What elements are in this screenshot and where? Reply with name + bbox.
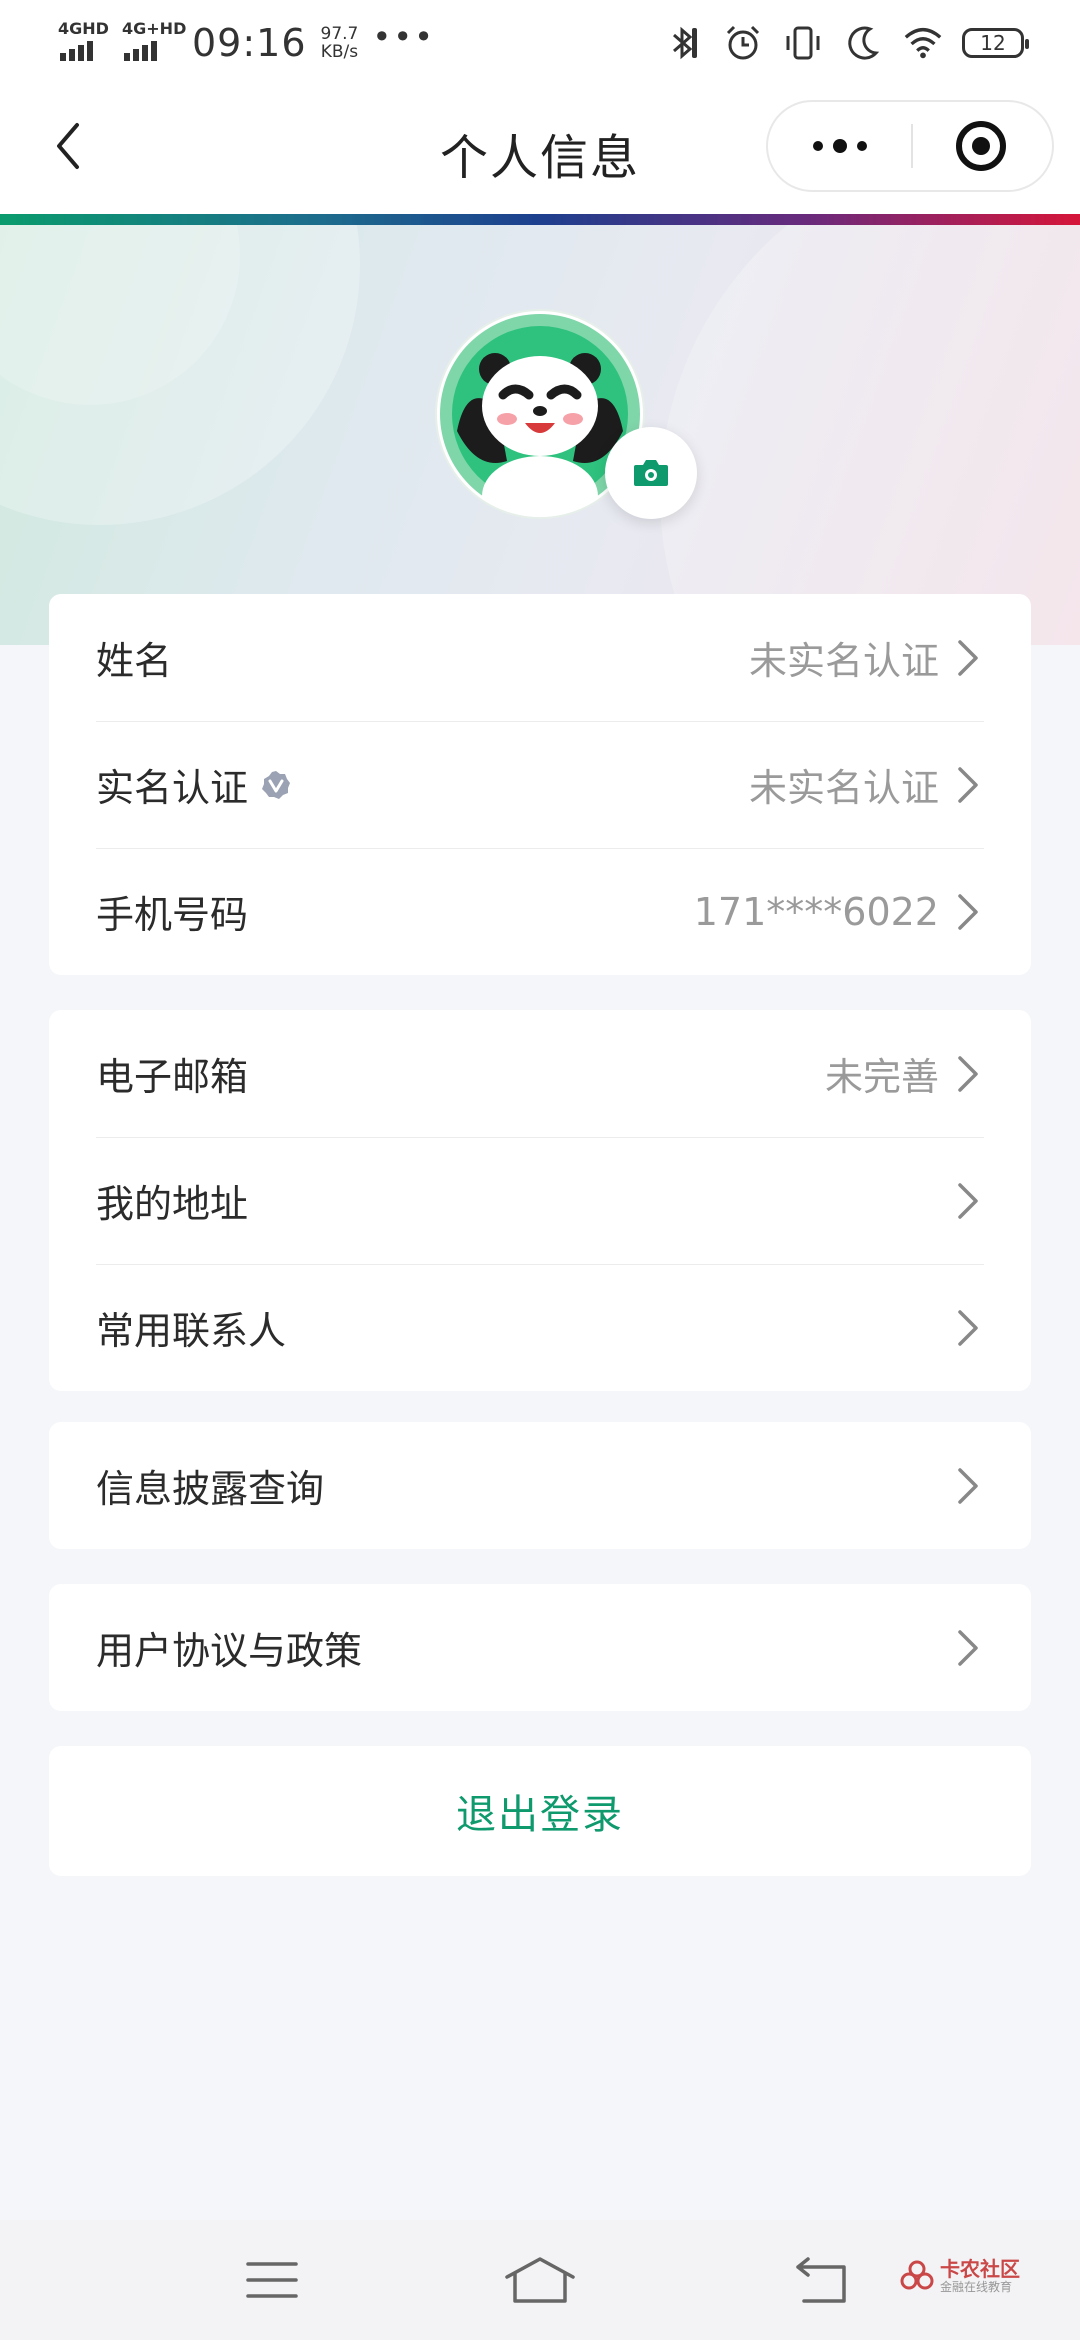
more-button[interactable]	[768, 102, 911, 190]
watermark-logo-icon	[900, 2260, 934, 2290]
list-item-email[interactable]: 电子邮箱 未完善	[49, 1010, 1031, 1137]
watermark-brand: 卡农社区	[940, 2257, 1020, 2281]
row-value: 171****6022	[693, 889, 939, 934]
camera-icon	[634, 460, 668, 486]
home-button[interactable]	[500, 2250, 580, 2310]
row-label: 我的地址	[96, 1182, 249, 1226]
row-value: 未实名认证	[748, 639, 939, 683]
status-right: 12	[662, 22, 1029, 64]
status-time: 09:16	[192, 21, 307, 65]
policy-card: 用户协议与政策	[49, 1584, 1031, 1711]
row-label: 常用联系人	[96, 1309, 287, 1353]
row-label: 信息披露查询	[96, 1467, 325, 1511]
signal-label: 4GHD	[58, 19, 109, 38]
brand-stripe	[0, 214, 1080, 225]
verified-badge-icon	[260, 769, 292, 801]
network-speed: 97.7 KB/s	[321, 25, 359, 61]
home-icon	[505, 2257, 575, 2303]
system-back-button[interactable]	[784, 2250, 864, 2310]
list-item-address[interactable]: 我的地址	[49, 1137, 1031, 1264]
chevron-right-icon	[958, 1310, 978, 1346]
list-item-real-name-verification[interactable]: 实名认证 未实名认证	[49, 721, 1031, 848]
back-icon	[796, 2257, 846, 2303]
signal-label: 4G+HD	[122, 19, 187, 38]
row-label: 手机号码	[96, 893, 249, 937]
chevron-right-icon	[958, 767, 978, 803]
wifi-icon	[902, 22, 944, 64]
row-label: 用户协议与政策	[96, 1629, 363, 1673]
status-left: 4GHD 4G+HD 09:16 97.7 KB/s •••	[58, 18, 435, 68]
more-dots-icon	[812, 139, 867, 153]
miniprogram-capsule	[766, 100, 1054, 192]
chevron-right-icon	[958, 1630, 978, 1666]
logout-button[interactable]: 退出登录	[49, 1746, 1031, 1876]
close-miniprogram-button[interactable]	[909, 102, 1052, 190]
target-icon	[955, 121, 1006, 171]
chevron-right-icon	[958, 894, 978, 930]
list-item-disclosure[interactable]: 信息披露查询	[49, 1422, 1031, 1549]
chevron-right-icon	[958, 1056, 978, 1092]
list-item-user-agreement[interactable]: 用户协议与政策	[49, 1584, 1031, 1711]
signal-icon: 4GHD	[58, 19, 109, 65]
network-speed-value: 97.7	[320, 24, 359, 44]
battery-icon: 12	[962, 28, 1029, 58]
moon-icon	[842, 22, 884, 64]
account-info-card: 姓名 未实名认证 实名认证 未实名认证 手机号码 171****6022	[49, 594, 1031, 975]
bluetooth-icon	[662, 22, 704, 64]
signal-icon: 4G+HD	[122, 21, 186, 65]
status-more: •••	[372, 18, 435, 56]
menu-button[interactable]	[232, 2250, 312, 2310]
avatar-container	[437, 311, 697, 519]
nav-bar: 个人信息	[0, 86, 1080, 214]
row-value: 未完善	[824, 1055, 939, 1099]
battery-level: 12	[980, 31, 1006, 55]
chevron-right-icon	[958, 640, 978, 676]
row-value: 未实名认证	[748, 766, 939, 810]
vibrate-icon	[782, 22, 824, 64]
list-item-phone[interactable]: 手机号码 171****6022	[49, 848, 1031, 975]
row-label: 电子邮箱	[96, 1055, 249, 1099]
network-speed-unit: KB/s	[320, 42, 359, 62]
row-label-wrap: 实名认证	[96, 757, 292, 812]
row-label: 姓名	[96, 639, 173, 683]
watermark-sub: 金融在线教育	[940, 2280, 1013, 2294]
menu-icon	[246, 2262, 298, 2298]
watermark: 卡农社区 金融在线教育	[900, 2258, 1020, 2294]
list-item-contacts[interactable]: 常用联系人	[49, 1264, 1031, 1391]
contact-info-card: 电子邮箱 未完善 我的地址 常用联系人	[49, 1010, 1031, 1391]
row-label: 实名认证	[96, 766, 249, 810]
change-avatar-button[interactable]	[605, 427, 697, 519]
list-item-name[interactable]: 姓名 未实名认证	[49, 594, 1031, 721]
logout-card: 退出登录	[49, 1746, 1031, 1876]
disclosure-card: 信息披露查询	[49, 1422, 1031, 1549]
chevron-right-icon	[958, 1468, 978, 1504]
alarm-icon	[722, 22, 764, 64]
system-nav-bar: 卡农社区 金融在线教育	[0, 2220, 1080, 2340]
status-bar: 4GHD 4G+HD 09:16 97.7 KB/s ••• 12	[0, 0, 1080, 86]
chevron-right-icon	[958, 1183, 978, 1219]
